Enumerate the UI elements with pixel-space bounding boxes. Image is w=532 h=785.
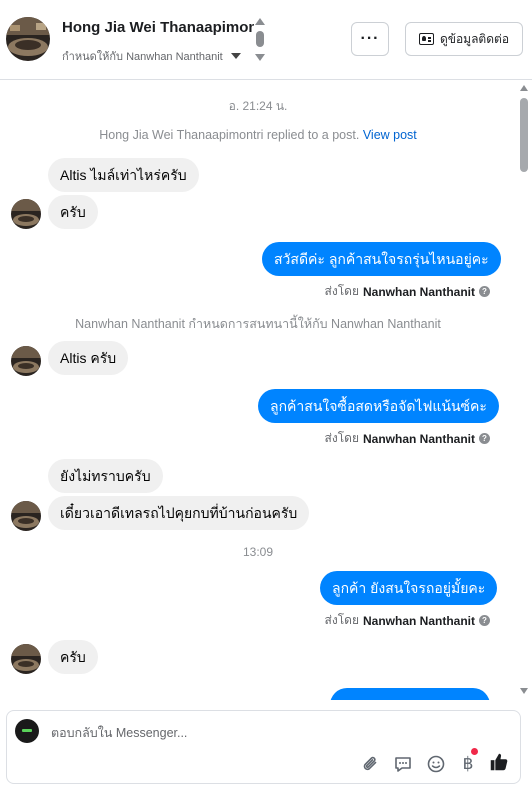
help-icon[interactable]: ? [479,433,490,444]
incoming-message[interactable]: ครับ [48,640,98,674]
help-icon[interactable]: ? [479,615,490,626]
scroll-down-icon[interactable] [255,54,265,61]
contact-avatar-small[interactable] [11,199,41,229]
outgoing-message[interactable]: สวัสดีค่ะ ลูกค้าสนใจรถรุ่นไหนอยู่คะ [262,242,501,276]
view-post-link[interactable]: View post [363,128,417,142]
sent-by-prefix: ส่งโดย [324,431,359,445]
contact-name[interactable]: Hong Jia Wei Thanaapimontri [62,19,254,36]
contact-card-icon [418,33,434,45]
incoming-message[interactable]: Altis ไมล์เท่าไหร่ครับ [48,158,199,192]
reply-input[interactable] [51,723,431,743]
outgoing-message[interactable]: ลูกค้าสนใจซื้อสดหรือจัดไฟแน้นซ์คะ [258,389,499,423]
scroll-thumb[interactable] [256,31,264,47]
contact-avatar-small[interactable] [11,346,41,376]
contact-avatar-small[interactable] [11,501,41,531]
view-contact-label: ดูข้อมูลติดต่อ [439,31,510,46]
contact-avatar[interactable] [6,17,50,61]
contact-avatar-small[interactable] [11,644,41,674]
incoming-message[interactable]: Altis ครับ [48,341,129,375]
outgoing-message-partial[interactable] [330,688,490,700]
speech-bubble-icon[interactable] [392,753,414,775]
incoming-message[interactable]: เดี๋ยวเอาดีเทลรถไปคุยกบที่บ้านก่อนครับ [48,496,310,530]
outgoing-message[interactable]: ลูกค้า ยังสนใจรถอยู่มั้ยคะ [320,571,498,605]
scroll-up-icon[interactable] [255,18,265,25]
timestamp-separator: อ. 21:24 น. [228,99,288,113]
timestamp-separator: 13:09 [242,545,274,559]
conversation-header: Hong Jia Wei Thanaapimontri กำหนดให้กับ … [0,0,532,80]
sent-by-line: ส่งโดย Nanwhan Nanthanit ? [325,611,490,630]
sent-by-line: ส่งโดย Nanwhan Nanthanit ? [325,282,490,301]
smiley-icon[interactable] [425,753,447,775]
assignee-label: กำหนดให้กับ Nanwhan Nanthanit [62,51,223,63]
sender-name: Nanwhan Nanthanit [362,613,475,628]
sent-by-line: ส่งโดย Nanwhan Nanthanit ? [325,429,490,448]
sender-name: Nanwhan Nanthanit [362,431,475,446]
scroll-up-icon[interactable] [520,85,528,91]
message-thread[interactable]: อ. 21:24 น. Hong Jia Wei Thanaapimontri … [0,81,532,700]
assignee-dropdown[interactable]: กำหนดให้กับ Nanwhan Nanthanit [62,47,241,65]
more-options-button[interactable]: ··· [351,22,389,56]
sender-name: Nanwhan Nanthanit [362,284,475,299]
thread-scrollbar[interactable] [517,82,531,700]
assignment-event: Nanwhan Nanthanit กำหนดการสนทนานี้ให้กับ… [75,317,441,331]
scroll-down-icon[interactable] [520,688,528,694]
page-avatar [15,719,39,743]
sent-by-prefix: ส่งโดย [324,284,359,298]
incoming-message[interactable]: ครับ [48,195,98,229]
sent-by-prefix: ส่งโดย [324,613,359,627]
replied-text: Hong Jia Wei Thanaapimontri replied to a… [99,128,360,142]
caret-down-icon [230,53,241,59]
thumbs-up-icon[interactable] [488,751,510,773]
name-scroller[interactable] [254,18,266,64]
notification-dot [471,748,478,755]
reply-composer: ฿ [6,710,521,784]
paperclip-icon[interactable] [360,753,382,775]
baht-icon[interactable]: ฿ [457,748,479,775]
view-contact-button[interactable]: ดูข้อมูลติดต่อ [405,22,523,56]
incoming-message[interactable]: ยังไม่ทราบครับ [48,459,163,493]
replied-to-post-notice: Hong Jia Wei Thanaapimontri replied to a… [0,128,516,142]
help-icon[interactable]: ? [479,286,490,297]
scroll-thumb[interactable] [520,98,528,172]
